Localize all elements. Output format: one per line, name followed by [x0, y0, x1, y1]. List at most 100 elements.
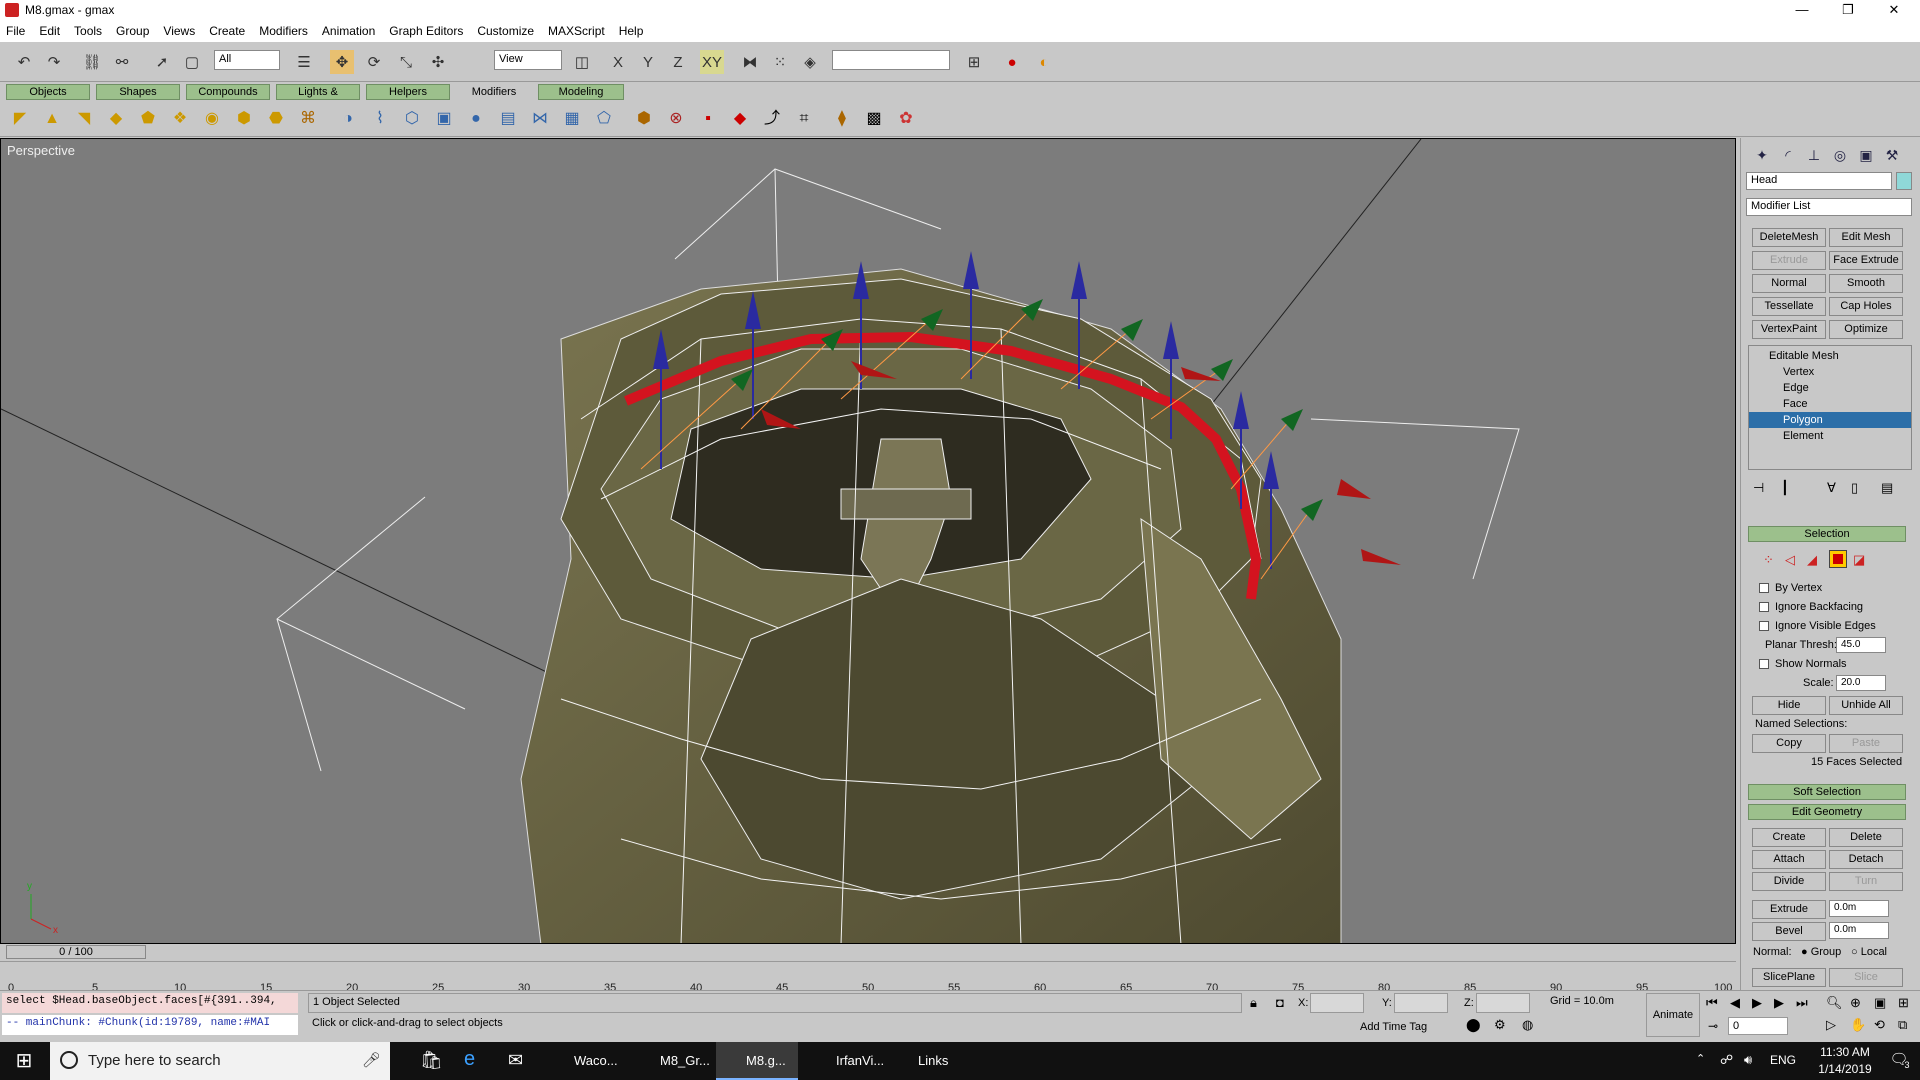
reference-coord-dropdown[interactable]: View [494, 50, 562, 70]
normal-group-radio[interactable]: ● Group [1801, 946, 1841, 958]
shell-icon[interactable]: ⬠ [592, 107, 616, 131]
hide-button[interactable]: Hide [1752, 696, 1826, 715]
face-level-icon[interactable]: ◢ [1807, 552, 1817, 568]
current-frame-field[interactable]: 0 [1728, 1017, 1788, 1035]
x-coord-field[interactable] [1310, 993, 1364, 1013]
time-slider[interactable]: 0 / 100 [6, 945, 146, 959]
maxscript-listener-output[interactable]: -- mainChunk: #Chunk(id:19789, name:#MAI [2, 1015, 298, 1035]
paste-button[interactable]: Paste [1829, 734, 1903, 753]
z-coord-field[interactable] [1476, 993, 1530, 1013]
twist-icon[interactable]: ◥ [72, 107, 96, 131]
network-icon[interactable]: ☍ [1720, 1052, 1733, 1068]
tab-shapes[interactable]: Shapes [96, 84, 180, 100]
delete-mesh-icon[interactable]: ⊗ [664, 107, 688, 131]
hierarchy-tab-icon[interactable]: ⊥ [1803, 144, 1825, 166]
extrude-amount-spinner[interactable]: 0.0m [1829, 900, 1889, 917]
restrict-xy-icon[interactable]: XY [700, 50, 724, 74]
add-time-tag[interactable]: Add Time Tag [1360, 1021, 1427, 1033]
normal-local-radio[interactable]: ○ Local [1851, 946, 1887, 958]
menu-group[interactable]: Group [116, 24, 149, 38]
region-select-icon[interactable]: ▢ [180, 50, 204, 74]
cap-holes-button[interactable]: Cap Holes [1829, 297, 1903, 316]
slice-button[interactable]: Slice [1829, 968, 1903, 987]
viewport-label[interactable]: Perspective [7, 143, 75, 158]
task-m8-gr-folder[interactable]: M8_Gr... [630, 1042, 710, 1080]
tab-modifiers[interactable]: Modifiers [456, 84, 532, 100]
smooth-icon[interactable]: ⌗ [792, 107, 816, 131]
perspective-viewport[interactable]: Perspective y x [0, 138, 1736, 944]
align-icon[interactable]: ◈ [798, 50, 822, 74]
select-manipulate-icon[interactable]: ✣ [426, 50, 450, 74]
array-icon[interactable]: ⁙ [768, 50, 792, 74]
object-name-field[interactable]: Head [1746, 172, 1892, 190]
ignore-visible-edges-checkbox[interactable]: Ignore Visible Edges [1759, 620, 1876, 632]
checker-icon[interactable]: ▩ [862, 107, 886, 131]
taskbar-search-box[interactable]: Type here to search [50, 1042, 390, 1080]
zoom-all-icon[interactable]: ⊕ [1850, 995, 1861, 1011]
show-normals-checkbox[interactable]: Show Normals [1759, 658, 1847, 670]
snap-toggle-icon[interactable]: ⊞ [962, 50, 986, 74]
menu-animation[interactable]: Animation [322, 24, 375, 38]
stack-item-element[interactable]: Element [1749, 428, 1911, 444]
noise-icon[interactable]: ◆ [104, 107, 128, 131]
bend-icon[interactable]: ◤ [8, 107, 32, 131]
close-button[interactable]: ✕ [1872, 0, 1916, 20]
tab-helpers[interactable]: Helpers [366, 84, 450, 100]
mirror-icon[interactable]: ⧓ [738, 50, 762, 74]
selection-rollout[interactable]: Selection [1748, 526, 1906, 542]
wave-icon[interactable]: ❖ [168, 107, 192, 131]
edge-level-icon[interactable]: ◁ [1785, 552, 1795, 568]
menu-create[interactable]: Create [209, 24, 245, 38]
field-of-view-icon[interactable]: ▷ [1826, 1017, 1836, 1033]
extrude-button[interactable]: Extrude [1752, 900, 1826, 919]
attach-button[interactable]: Attach [1752, 850, 1826, 869]
minimize-button[interactable]: — [1780, 0, 1824, 20]
restrict-z-icon[interactable]: Z [666, 50, 690, 74]
task-m8-gmax[interactable]: M8.g... [716, 1042, 798, 1080]
key-mode-icon[interactable]: ⊸ [1708, 1019, 1718, 1033]
bevel-amount-spinner[interactable]: 0.0m [1829, 922, 1889, 939]
volume-icon[interactable]: 🔊︎ [1744, 1052, 1752, 1068]
undo-icon[interactable]: ↶ [12, 50, 36, 74]
go-to-start-icon[interactable]: ⏮ [1706, 995, 1718, 1011]
face-extrude-icon[interactable]: ◆ [728, 107, 752, 131]
stack-item-editable-mesh[interactable]: Editable Mesh [1749, 348, 1911, 364]
zoom-icon[interactable]: 🔍︎ [1826, 995, 1843, 1011]
tab-compounds[interactable]: Compounds [186, 84, 270, 100]
vertexpaint-button[interactable]: VertexPaint [1752, 320, 1826, 339]
previous-frame-icon[interactable]: ◀ [1730, 995, 1740, 1011]
menu-modifiers[interactable]: Modifiers [259, 24, 308, 38]
animate-toggle[interactable]: Animate [1646, 993, 1700, 1037]
play-icon[interactable]: ▶ [1752, 995, 1762, 1011]
restrict-x-icon[interactable]: X [606, 50, 630, 74]
edge-browser-icon[interactable]: e [464, 1048, 475, 1071]
scale-icon[interactable]: ⤡ [394, 50, 418, 74]
create-tab-icon[interactable]: ✦ [1751, 144, 1773, 166]
store-icon[interactable]: 🛍︎ [420, 1050, 443, 1071]
material-editor-icon[interactable]: ● [1000, 50, 1024, 74]
maxscript-listener-input[interactable]: select $Head.baseObject.faces[#{391..394… [2, 993, 298, 1013]
pin-stack-icon[interactable]: ⊣ [1753, 480, 1764, 496]
menu-maxscript[interactable]: MAXScript [548, 24, 605, 38]
utilities-tab-icon[interactable]: ⚒ [1881, 144, 1903, 166]
bevel-button[interactable]: Bevel [1752, 922, 1826, 941]
quick-render-icon[interactable]: ⚙ [1494, 1017, 1506, 1033]
menu-edit[interactable]: Edit [39, 24, 60, 38]
menu-views[interactable]: Views [163, 24, 195, 38]
ignore-backfacing-checkbox[interactable]: Ignore Backfacing [1759, 601, 1863, 613]
extrude-icon[interactable]: ▪ [696, 107, 720, 131]
task-waco[interactable]: Waco... [544, 1042, 624, 1080]
vol-select-icon[interactable]: ▣ [432, 107, 456, 131]
mail-icon[interactable]: ✉ [508, 1050, 523, 1071]
unhide-all-button[interactable]: Unhide All [1829, 696, 1903, 715]
deletemesh-button[interactable]: DeleteMesh [1752, 228, 1826, 247]
tessellate-button[interactable]: Tessellate [1752, 297, 1826, 316]
copy-button[interactable]: Copy [1752, 734, 1826, 753]
render-icon[interactable]: ◐ [1032, 50, 1056, 74]
selection-filter-dropdown[interactable]: All [214, 50, 280, 70]
render-scene-icon[interactable]: ⬤ [1466, 1017, 1481, 1033]
y-coord-field[interactable] [1394, 993, 1448, 1013]
lock-selection-icon[interactable]: 🔒︎ [1250, 995, 1257, 1011]
tab-objects[interactable]: Objects [6, 84, 90, 100]
polygon-level-icon[interactable] [1829, 550, 1847, 568]
